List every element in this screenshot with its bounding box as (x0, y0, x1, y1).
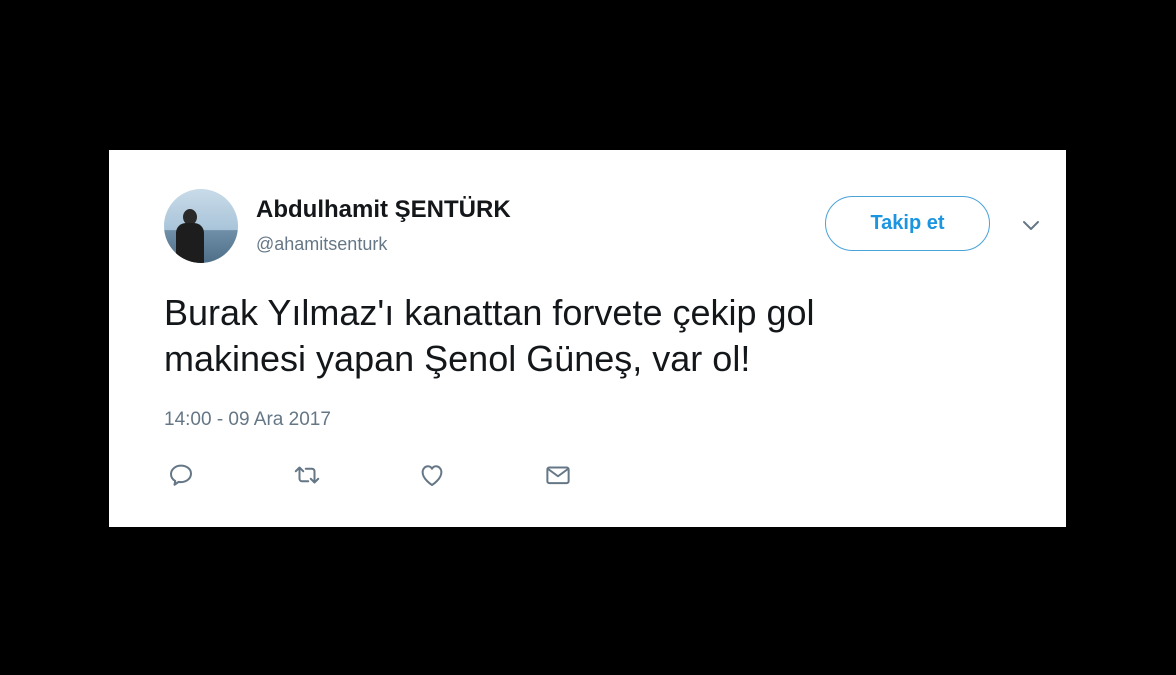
chevron-down-icon[interactable] (1017, 214, 1045, 238)
tweet-actions (164, 458, 584, 492)
heart-icon[interactable] (415, 458, 449, 492)
avatar[interactable] (164, 189, 238, 263)
avatar-person-body (176, 223, 204, 263)
follow-button-label: Takip et (870, 212, 945, 234)
tweet-timestamp[interactable]: 14:00 - 09 Ara 2017 (164, 409, 331, 431)
author-handle[interactable]: @ahamitsenturk (256, 234, 387, 255)
reply-icon[interactable] (164, 458, 198, 492)
follow-button[interactable]: Takip et (825, 196, 990, 251)
envelope-icon[interactable] (541, 458, 575, 492)
author-name[interactable]: Abdulhamit ŞENTÜRK (256, 196, 511, 224)
retweet-icon[interactable] (290, 458, 324, 492)
tweet-text: Burak Yılmaz'ı kanattan forvete çekip go… (164, 292, 815, 379)
tweet-card: Abdulhamit ŞENTÜRK @ahamitsenturk Takip … (109, 150, 1066, 527)
